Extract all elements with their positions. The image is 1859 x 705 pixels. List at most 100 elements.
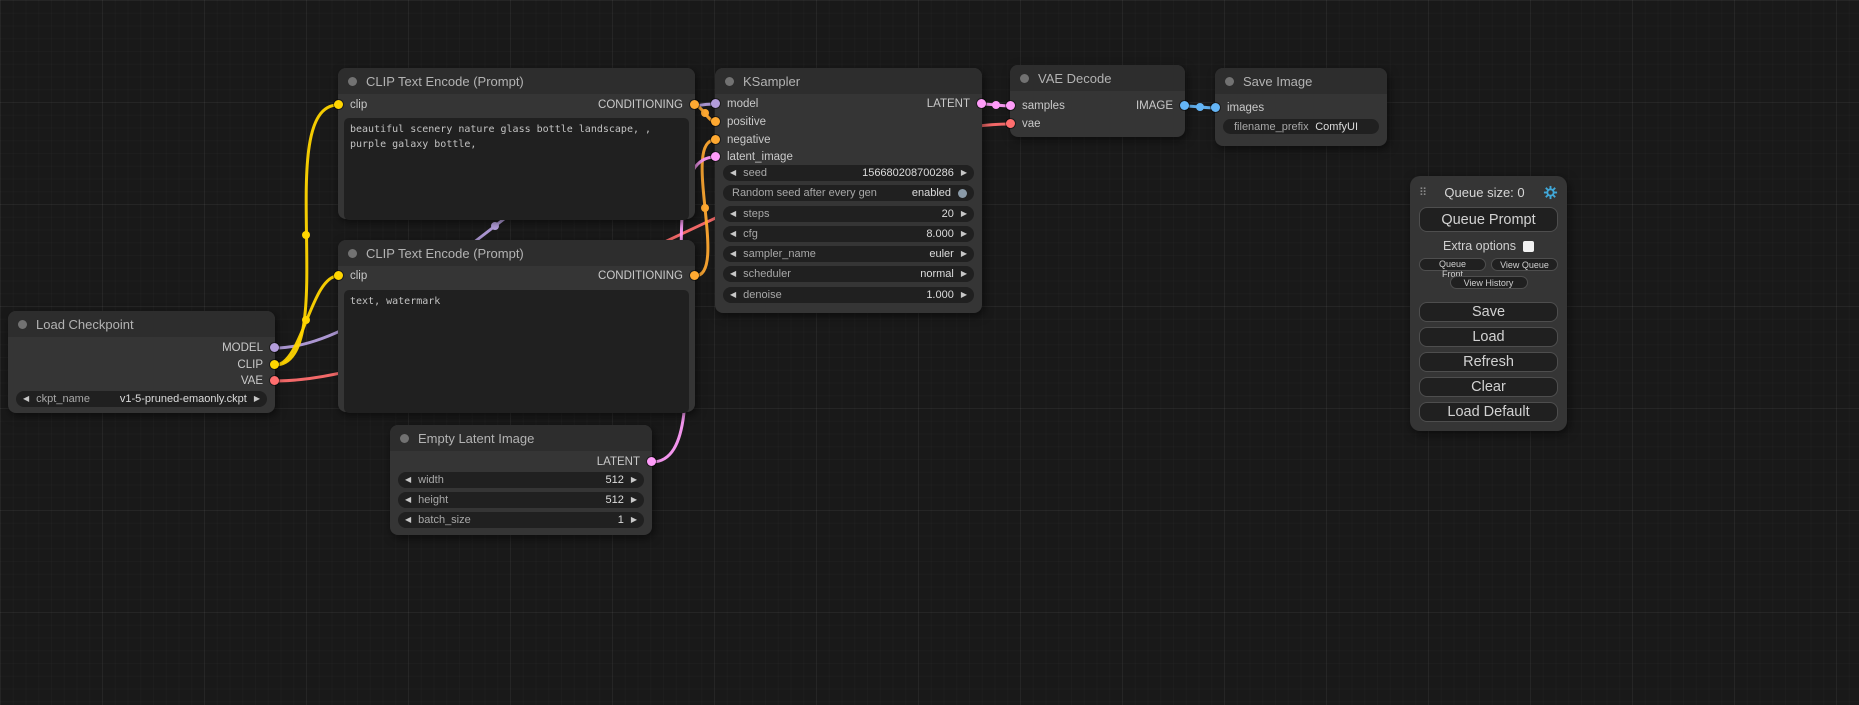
node-save-image-header[interactable]: Save Image — [1215, 68, 1387, 94]
positive-input-port-icon[interactable] — [711, 117, 720, 126]
decrement-arrow-icon[interactable]: ◀ — [730, 287, 736, 303]
node-vae-decode[interactable]: VAE Decode samples vae IMAGE — [1010, 65, 1185, 137]
input-slot-images: images — [1215, 101, 1387, 115]
node-vae-decode-header[interactable]: VAE Decode — [1010, 65, 1185, 91]
input-label-positive: positive — [727, 115, 766, 129]
queue-prompt-button[interactable]: Queue Prompt — [1419, 207, 1558, 232]
wire-midpoint-dot — [302, 231, 310, 239]
negative-input-port-icon[interactable] — [711, 135, 720, 144]
node-empty-latent-image-header[interactable]: Empty Latent Image — [390, 425, 652, 451]
widget-label: filename_prefix — [1234, 121, 1309, 133]
save-button[interactable]: Save — [1419, 302, 1558, 322]
collapse-toggle-icon[interactable] — [348, 77, 357, 86]
node-clip-text-encode-2-header[interactable]: CLIP Text Encode (Prompt) — [338, 240, 695, 266]
model-output-port-icon[interactable] — [270, 343, 279, 352]
drag-handle-icon[interactable]: ⠿ — [1419, 186, 1426, 199]
node-ksampler-header[interactable]: KSampler — [715, 68, 982, 94]
increment-arrow-icon[interactable]: ▶ — [961, 206, 967, 222]
increment-arrow-icon[interactable]: ▶ — [631, 472, 637, 488]
collapse-toggle-icon[interactable] — [348, 249, 357, 258]
prev-value-arrow-icon[interactable]: ◀ — [730, 246, 736, 262]
node-clip-text-encode-1-header[interactable]: CLIP Text Encode (Prompt) — [338, 68, 695, 94]
node-load-checkpoint[interactable]: Load Checkpoint MODEL CLIP VAE ◀ ckpt_na… — [8, 311, 275, 413]
negative-prompt-textarea[interactable]: text, watermark — [344, 290, 689, 413]
node-title: CLIP Text Encode (Prompt) — [366, 74, 524, 89]
next-value-arrow-icon[interactable]: ▶ — [961, 246, 967, 262]
collapse-toggle-icon[interactable] — [18, 320, 27, 329]
widget-sampler-name[interactable]: ◀ sampler_name euler ▶ — [723, 246, 974, 262]
widget-width[interactable]: ◀ width 512 ▶ — [398, 472, 644, 488]
conditioning-output-port-icon[interactable] — [690, 271, 699, 280]
vae-input-port-icon[interactable] — [1006, 119, 1015, 128]
prev-value-arrow-icon[interactable]: ◀ — [730, 266, 736, 282]
load-button[interactable]: Load — [1419, 327, 1558, 347]
image-output-port-icon[interactable] — [1180, 101, 1189, 110]
widget-ckpt-name[interactable]: ◀ ckpt_name v1-5-pruned-emaonly.ckpt ▶ — [16, 391, 267, 407]
next-value-arrow-icon[interactable]: ▶ — [961, 266, 967, 282]
widget-label: sampler_name — [743, 248, 816, 260]
widget-batch-size[interactable]: ◀ batch_size 1 ▶ — [398, 512, 644, 528]
conditioning-output-port-icon[interactable] — [690, 100, 699, 109]
view-history-button[interactable]: View History — [1450, 276, 1528, 289]
widget-filename-prefix[interactable]: filename_prefix ComfyUI — [1223, 119, 1379, 134]
clip-output-port-icon[interactable] — [270, 360, 279, 369]
increment-arrow-icon[interactable]: ▶ — [961, 165, 967, 181]
output-label-vae: VAE — [241, 374, 263, 388]
collapse-toggle-icon[interactable] — [725, 77, 734, 86]
node-save-image[interactable]: Save Image images filename_prefix ComfyU… — [1215, 68, 1387, 146]
widget-scheduler[interactable]: ◀ scheduler normal ▶ — [723, 266, 974, 282]
input-slot-vae: vae — [1010, 117, 1185, 131]
increment-arrow-icon[interactable]: ▶ — [961, 226, 967, 242]
node-graph-canvas[interactable]: Load Checkpoint MODEL CLIP VAE ◀ ckpt_na… — [0, 0, 1859, 705]
widget-steps[interactable]: ◀ steps 20 ▶ — [723, 206, 974, 222]
extra-options-checkbox[interactable] — [1523, 241, 1534, 252]
latent-input-port-icon[interactable] — [711, 152, 720, 161]
decrement-arrow-icon[interactable]: ◀ — [405, 512, 411, 528]
node-load-checkpoint-header[interactable]: Load Checkpoint — [8, 311, 275, 337]
output-label-conditioning: CONDITIONING — [598, 269, 683, 283]
view-queue-button[interactable]: View Queue — [1491, 258, 1558, 271]
latent-output-port-icon[interactable] — [977, 99, 986, 108]
settings-gear-icon[interactable] — [1543, 185, 1558, 200]
increment-arrow-icon[interactable]: ▶ — [631, 492, 637, 508]
vae-output-port-icon[interactable] — [270, 376, 279, 385]
wire-midpoint-dot — [701, 204, 709, 212]
toggle-on-icon[interactable] — [958, 189, 967, 198]
widget-label: denoise — [743, 289, 782, 301]
input-label-vae: vae — [1022, 117, 1041, 131]
widget-denoise[interactable]: ◀ denoise 1.000 ▶ — [723, 287, 974, 303]
increment-arrow-icon[interactable]: ▶ — [961, 287, 967, 303]
load-default-button[interactable]: Load Default — [1419, 402, 1558, 422]
queue-front-button[interactable]: Queue Front — [1419, 258, 1486, 271]
widget-random-seed-toggle[interactable]: Random seed after every gen enabled — [723, 185, 974, 201]
node-clip-text-encode-1[interactable]: CLIP Text Encode (Prompt) clip CONDITION… — [338, 68, 695, 219]
queue-menu-header: ⠿ Queue size: 0 — [1419, 183, 1558, 201]
decrement-arrow-icon[interactable]: ◀ — [730, 165, 736, 181]
input-label-images: images — [1227, 101, 1264, 115]
latent-output-port-icon[interactable] — [647, 457, 656, 466]
refresh-button[interactable]: Refresh — [1419, 352, 1558, 372]
collapse-toggle-icon[interactable] — [1020, 74, 1029, 83]
images-input-port-icon[interactable] — [1211, 103, 1220, 112]
queue-menu-panel: ⠿ Queue size: 0 Queue Prompt Extra optio… — [1410, 176, 1567, 431]
collapse-toggle-icon[interactable] — [1225, 77, 1234, 86]
node-clip-text-encode-2[interactable]: CLIP Text Encode (Prompt) clip CONDITION… — [338, 240, 695, 412]
widget-seed[interactable]: ◀ seed 156680208700286 ▶ — [723, 165, 974, 181]
widget-cfg[interactable]: ◀ cfg 8.000 ▶ — [723, 226, 974, 242]
widget-value: 8.000 — [926, 228, 954, 240]
node-empty-latent-image[interactable]: Empty Latent Image LATENT ◀ width 512 ▶ … — [390, 425, 652, 535]
positive-prompt-textarea[interactable]: beautiful scenery nature glass bottle la… — [344, 118, 689, 220]
decrement-arrow-icon[interactable]: ◀ — [730, 206, 736, 222]
widget-value: ComfyUI — [1315, 121, 1358, 133]
decrement-arrow-icon[interactable]: ◀ — [405, 492, 411, 508]
node-ksampler[interactable]: KSampler model positive negative latent_… — [715, 68, 982, 313]
clear-button[interactable]: Clear — [1419, 377, 1558, 397]
widget-height[interactable]: ◀ height 512 ▶ — [398, 492, 644, 508]
next-value-arrow-icon[interactable]: ▶ — [254, 391, 260, 407]
decrement-arrow-icon[interactable]: ◀ — [730, 226, 736, 242]
collapse-toggle-icon[interactable] — [400, 434, 409, 443]
prev-value-arrow-icon[interactable]: ◀ — [23, 391, 29, 407]
widget-value: enabled — [912, 187, 951, 199]
decrement-arrow-icon[interactable]: ◀ — [405, 472, 411, 488]
increment-arrow-icon[interactable]: ▶ — [631, 512, 637, 528]
